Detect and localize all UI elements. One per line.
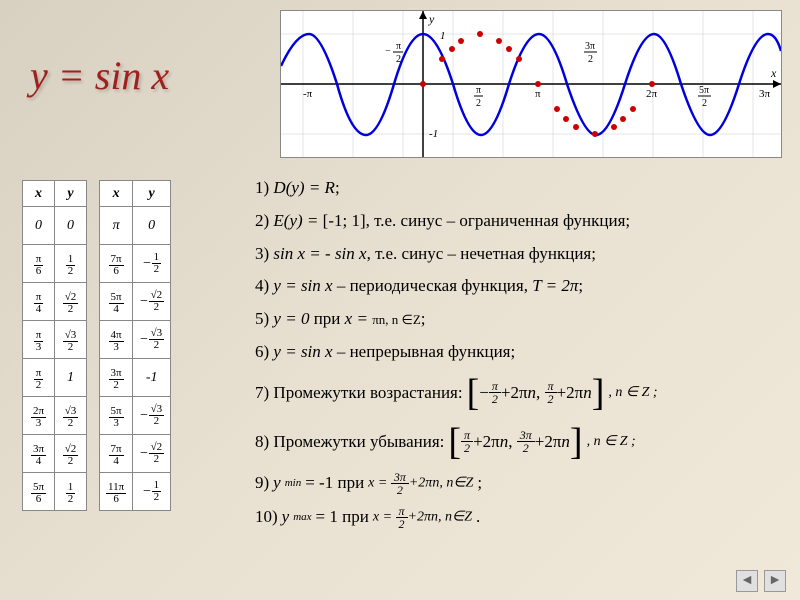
prop-1: 1) D(y) = R; — [255, 176, 785, 200]
nav-next[interactable]: ► — [764, 570, 786, 592]
prop-9: 9) ymin= -1 при x = 3π2+2πn, n∈Z ; — [255, 471, 785, 496]
value-tables: xy 00 π612 π4√22 π3√32 π21 2π3√32 3π4√22… — [22, 180, 171, 511]
svg-text:x: x — [770, 66, 777, 80]
sine-graph: y x 1 -1 -π π 2π 3π −π2 π2 3π2 5π2 — [280, 10, 782, 158]
svg-text:2: 2 — [476, 98, 481, 109]
svg-text:y: y — [428, 12, 435, 26]
svg-text:2π: 2π — [646, 88, 658, 100]
svg-text:3π: 3π — [759, 88, 771, 100]
prop-6: 6) y = sin x – непрерывная функция; — [255, 340, 785, 364]
svg-text:π: π — [535, 88, 541, 100]
prop-7: 7) Промежутки возрастания: [−π2+2πn, π2+… — [255, 373, 785, 413]
svg-text:2: 2 — [396, 54, 401, 65]
prop-5: 5) y = 0 при x = πn, n ∈Z; — [255, 307, 785, 331]
svg-text:5π: 5π — [699, 85, 709, 96]
svg-text:2: 2 — [588, 54, 593, 65]
svg-text:1: 1 — [440, 30, 446, 42]
prop-3: 3) sin x = - sin x, т.е. синус – нечетна… — [255, 242, 785, 266]
svg-text:2: 2 — [702, 98, 707, 109]
prop-4: 4) y = sin x – периодическая функция, T … — [255, 274, 785, 298]
prop-2: 2) E(y) = [-1; 1], т.е. синус – ограниче… — [255, 209, 785, 233]
page-title: y = sin x — [30, 52, 169, 99]
properties-list: 1) D(y) = R; 2) E(y) = [-1; 1], т.е. син… — [255, 176, 785, 539]
svg-text:π: π — [476, 85, 481, 96]
prop-10: 10) ymax= 1 при x = π2+2πn, n∈Z . — [255, 505, 785, 530]
svg-text:-π: -π — [303, 88, 313, 100]
svg-text:-1: -1 — [429, 128, 438, 140]
svg-text:3π: 3π — [585, 41, 595, 52]
prop-8: 8) Промежутки убывания: [π2+2πn, 3π2+2πn… — [255, 422, 785, 462]
svg-text:π: π — [396, 41, 401, 52]
table-1: xy 00 π612 π4√22 π3√32 π21 2π3√32 3π4√22… — [22, 180, 87, 511]
table-2: xy π0 7π6−12 5π4−√22 4π3−√32 3π2-1 5π3−√… — [99, 180, 171, 511]
nav-prev[interactable]: ◄ — [736, 570, 758, 592]
nav-buttons: ◄ ► — [736, 570, 786, 592]
svg-text:−: − — [385, 46, 391, 57]
